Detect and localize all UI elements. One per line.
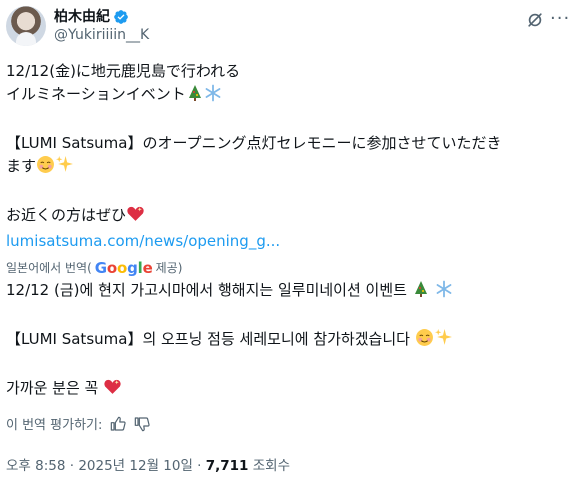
sparkling-heart-emoji <box>126 204 145 230</box>
original-line-4: ます <box>6 155 578 181</box>
sparkles-emoji <box>434 328 453 354</box>
author-names: 柏木由紀 @Yukiriiiin__K <box>54 8 149 45</box>
grok-icon[interactable] <box>525 10 545 30</box>
snowflake-emoji <box>435 280 453 305</box>
translation-line-3: 가까운 분은 꼭 <box>6 377 578 403</box>
tweet: 柏木由紀 @Yukiriiiin__K ··· 12/12(金)に地元鹿児島で行… <box>0 0 585 486</box>
sparkling-heart-emoji <box>103 377 122 403</box>
translation-line-2: 【LUMI Satsuma】의 오프닝 점등 세레모니에 참가하겠습니다 <box>6 328 578 354</box>
christmas-tree-emoji <box>186 84 204 109</box>
translation-attribution: 일본어에서 번역( Google 제공) <box>6 257 578 279</box>
display-name[interactable]: 柏木由紀 <box>54 8 110 26</box>
rate-translation-label: 이 번역 평가하기: <box>6 418 103 433</box>
translated-from-label: 일본어에서 번역( <box>6 260 92 275</box>
translation-line-2-text: 【LUMI Satsuma】의 오프닝 점등 세레모니에 참가하겠습니다 <box>6 330 410 348</box>
christmas-tree-emoji <box>412 280 430 305</box>
views-count: 7,711 <box>205 458 249 474</box>
sparkles-emoji <box>55 155 74 181</box>
original-line-5: お近くの方はぜひ <box>6 204 578 230</box>
smiling-face-emoji <box>36 155 55 181</box>
thumbs-down-icon[interactable] <box>134 416 150 432</box>
user-handle[interactable]: @Yukiriiiin__K <box>54 26 149 45</box>
avatar[interactable] <box>6 6 46 46</box>
original-line-2: イルミネーションイベント <box>6 83 578 109</box>
snowflake-emoji <box>204 84 222 109</box>
more-icon[interactable]: ··· <box>550 8 570 29</box>
verified-badge-icon <box>114 9 128 24</box>
original-line-4-text: ます <box>6 157 37 175</box>
article-link[interactable]: lumisatsuma.com/news/opening_g... <box>6 230 578 253</box>
translated-by-label: 제공) <box>155 260 183 275</box>
translation-line-3-text: 가까운 분은 꼭 <box>6 379 99 397</box>
original-line-1: 12/12(金)に地元鹿児島で行われる <box>6 62 241 80</box>
translation-line-1: 12/12 (금)에 현지 가고시마에서 행해지는 일루미네이션 이벤트 <box>6 279 578 305</box>
tweet-timestamp[interactable]: 오후 8:58 · 2025년 12월 10일 · <box>6 458 206 474</box>
google-logo: Google <box>94 258 153 277</box>
views-label: 조회수 <box>248 458 291 474</box>
tweet-body: 12/12(金)に地元鹿児島で行われる イルミネーションイベント 【LUMI S… <box>6 60 578 403</box>
rate-translation-row: 이 번역 평가하기: <box>6 414 150 433</box>
original-line-2-text: イルミネーションイベント <box>6 85 186 103</box>
name-row: 柏木由紀 <box>54 8 149 26</box>
thumbs-up-icon[interactable] <box>110 416 126 432</box>
translation-line-1-text: 12/12 (금)에 현지 가고시마에서 행해지는 일루미네이션 이벤트 <box>6 281 407 299</box>
tweet-meta: 오후 8:58 · 2025년 12월 10일 · 7,711 조회수 <box>6 454 290 474</box>
tweet-header: 柏木由紀 @Yukiriiiin__K <box>6 6 149 46</box>
original-line-5-text: お近くの方はぜひ <box>6 206 127 224</box>
original-line-3: 【LUMI Satsuma】のオープニング点灯セレモニーに参加させていただき <box>6 134 502 152</box>
smiling-face-emoji <box>415 328 434 354</box>
